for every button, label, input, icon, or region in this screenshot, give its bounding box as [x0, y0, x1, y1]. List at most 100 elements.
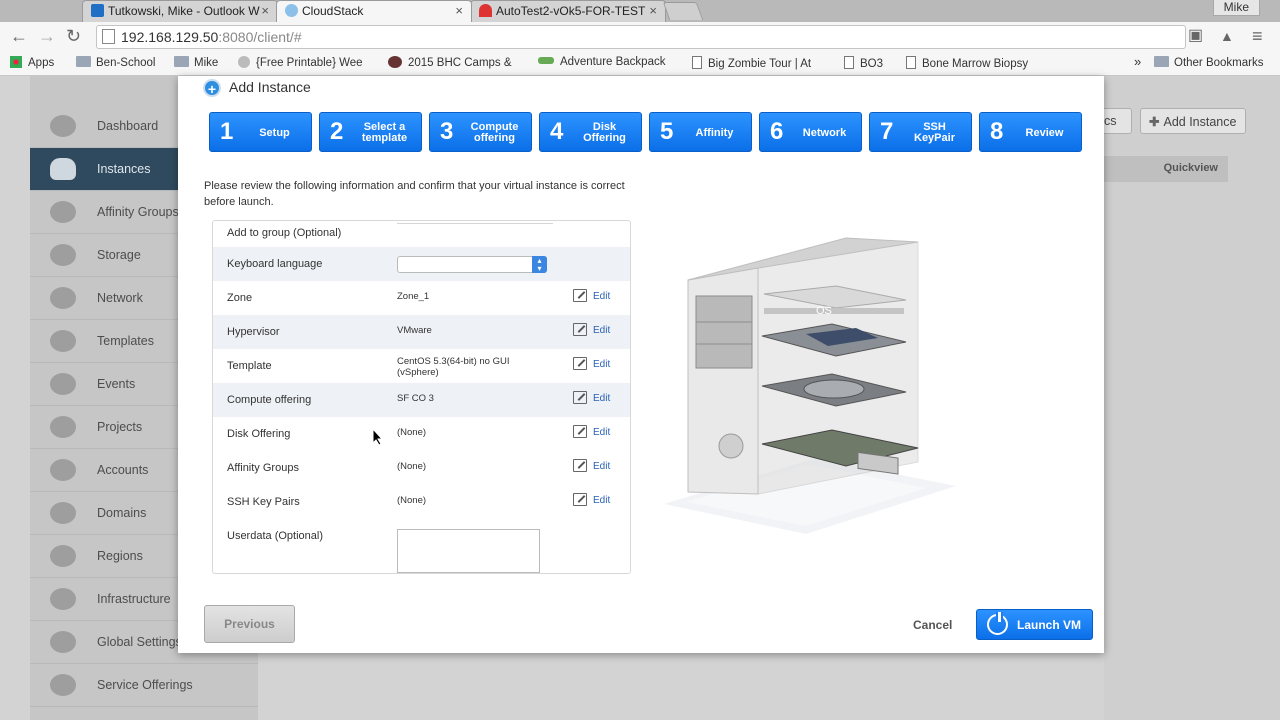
events-icon — [50, 373, 76, 395]
tab-cloudstack[interactable]: CloudStack × — [276, 0, 472, 22]
wizard-step-affinity[interactable]: 5 Affinity — [649, 112, 752, 152]
cloud-icon — [50, 158, 76, 180]
dialog-title: + Add Instance — [203, 79, 311, 97]
tab-outlook[interactable]: Tutkowski, Mike - Outlook W × — [82, 0, 278, 22]
review-table: Add to group (Optional) Keyboard languag… — [212, 220, 631, 574]
edit-zone-link[interactable]: Edit — [573, 289, 610, 302]
browser-tab-strip: Tutkowski, Mike - Outlook W × CloudStack… — [0, 0, 1280, 22]
group-input[interactable] — [397, 223, 553, 224]
review-row-keyboard: Keyboard language ▴ ▾ — [213, 247, 630, 281]
bookmark-other[interactable]: Other Bookmarks — [1154, 56, 1263, 69]
edit-icon — [573, 391, 587, 404]
os-label: OS — [816, 305, 832, 317]
edit-affinity-link[interactable]: Edit — [573, 459, 610, 472]
keyboard-language-select[interactable]: ▴ ▾ — [397, 256, 547, 273]
edit-icon — [573, 357, 587, 370]
menu-icon[interactable]: ≡ — [1252, 26, 1263, 46]
projects-icon — [50, 416, 76, 438]
edit-icon — [573, 493, 587, 506]
sidebar-item-service-offerings[interactable]: Service Offerings — [30, 664, 258, 707]
userdata-textarea[interactable] — [397, 529, 540, 573]
new-tab-button[interactable] — [662, 2, 704, 20]
edit-ssh-link[interactable]: Edit — [573, 493, 610, 506]
mouse-cursor-icon — [372, 428, 384, 446]
templates-icon — [50, 330, 76, 352]
site-icon — [238, 56, 250, 68]
review-intro-text: Please review the following information … — [204, 180, 625, 208]
review-row-affinity: Affinity Groups (None) Edit — [227, 459, 611, 474]
network-icon — [50, 287, 76, 309]
wizard-step-network[interactable]: 6 Network — [759, 112, 862, 152]
page-icon — [692, 56, 702, 69]
review-row-group: Add to group (Optional) — [213, 221, 630, 247]
folder-icon — [174, 56, 189, 67]
edit-disk-link[interactable]: Edit — [573, 425, 610, 438]
bookmark-apps[interactable]: Apps — [10, 56, 54, 69]
chevron-updown-icon: ▴ ▾ — [532, 256, 547, 273]
edit-template-link[interactable]: Edit — [573, 357, 610, 370]
wizard-step-setup[interactable]: 1 Setup — [209, 112, 312, 152]
back-icon[interactable]: ← — [10, 26, 28, 46]
quickview-header: Quickview — [1104, 156, 1228, 182]
review-row-compute: Compute offering SF CO 3 Edit — [213, 383, 630, 417]
address-bar[interactable]: 192.168.129.50:8080/client/# — [96, 25, 1186, 49]
edit-icon — [573, 459, 587, 472]
bookmark-folder[interactable]: Ben-School — [76, 56, 155, 69]
previous-button[interactable]: Previous — [204, 605, 295, 643]
tab-autotest[interactable]: AutoTest2-vOk5-FOR-TEST × — [470, 0, 666, 22]
storage-icon — [50, 244, 76, 266]
page-icon — [906, 56, 916, 69]
wizard-step-compute[interactable]: 3 Compute offering — [429, 112, 532, 152]
edit-icon — [573, 323, 587, 336]
wizard-step-review[interactable]: 8 Review — [979, 112, 1082, 152]
bookmark-link[interactable]: Bone Marrow Biopsy — [906, 56, 1038, 70]
bookmark-link[interactable]: Big Zombie Tour | At — [692, 56, 828, 70]
add-instance-dialog: + Add Instance 1 Setup 2 Select a template … — [178, 76, 1104, 653]
url-text: 192.168.129.50:8080/client/# — [121, 29, 302, 45]
profile-button[interactable]: Mike — [1212, 0, 1260, 16]
reload-icon[interactable]: ↻ — [66, 26, 81, 46]
close-icon[interactable]: × — [455, 3, 463, 18]
edit-compute-link[interactable]: Edit — [573, 391, 610, 404]
wizard-step-ssh[interactable]: 7 SSH KeyPair — [869, 112, 972, 152]
review-row-template: Template CentOS 5.3(64-bit) no GUI (vSph… — [227, 356, 611, 378]
outlook-icon — [91, 4, 104, 17]
infrastructure-icon — [50, 588, 76, 610]
bookmark-link[interactable]: 2015 BHC Camps & — [388, 56, 523, 69]
review-row-ssh: SSH Key Pairs (None) Edit — [227, 493, 611, 508]
site-icon — [388, 56, 402, 68]
bookmark-folder[interactable]: Mike — [174, 56, 218, 69]
dashboard-icon — [50, 115, 76, 137]
drive-icon[interactable]: ▲ — [1220, 26, 1234, 46]
launch-vm-button[interactable]: Launch VM — [976, 609, 1093, 640]
wizard-step-template[interactable]: 2 Select a template — [319, 112, 422, 152]
bookmark-link[interactable]: BO3 — [844, 56, 883, 70]
bookmarks-bar: Apps Ben-School Mike {Free Printable} We… — [0, 52, 1280, 76]
edit-icon — [573, 425, 587, 438]
close-icon[interactable]: × — [649, 3, 657, 18]
site-icon — [538, 57, 554, 64]
affinity-icon — [50, 201, 76, 223]
folder-icon — [76, 56, 91, 67]
gear-icon — [50, 674, 76, 696]
cancel-button[interactable]: Cancel — [913, 618, 952, 632]
wizard-step-disk[interactable]: 4 Disk Offering — [539, 112, 642, 152]
edit-icon — [573, 289, 587, 302]
plus-icon: ✚ — [1149, 115, 1160, 129]
cloudstack-icon — [285, 4, 298, 17]
settings-icon — [50, 631, 76, 653]
forward-icon[interactable]: → — [38, 26, 56, 46]
extension-icon[interactable]: ▣ — [1188, 26, 1203, 46]
review-row-hypervisor: Hypervisor VMware Edit — [213, 315, 630, 349]
page-icon — [844, 56, 854, 69]
regions-icon — [50, 545, 76, 567]
folder-icon — [1154, 56, 1169, 67]
bookmark-link[interactable]: {Free Printable} Wee — [238, 56, 373, 69]
add-icon: + — [203, 79, 221, 97]
close-icon[interactable]: × — [261, 3, 269, 18]
add-instance-button[interactable]: ✚ Add Instance — [1140, 108, 1246, 134]
power-icon — [987, 612, 1008, 635]
edit-hypervisor-link[interactable]: Edit — [573, 323, 610, 336]
bookmark-link[interactable]: Adventure Backpack — [538, 56, 674, 68]
more-bookmarks-button[interactable]: » — [1134, 54, 1141, 69]
